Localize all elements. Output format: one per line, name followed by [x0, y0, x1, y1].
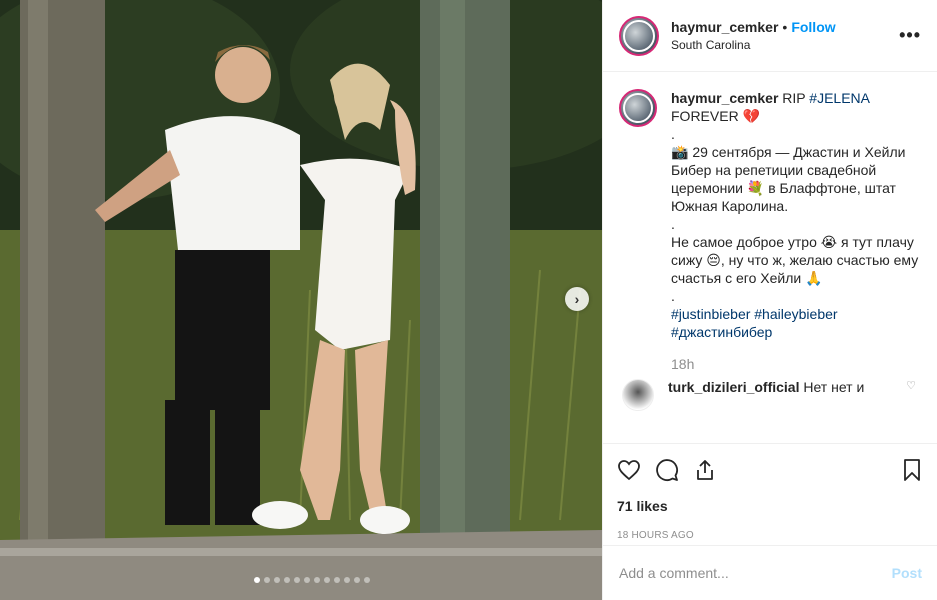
carousel-dot: [364, 577, 370, 583]
comment-like-icon[interactable]: ♡: [906, 379, 916, 392]
comment-input[interactable]: [619, 565, 892, 581]
avatar[interactable]: [619, 89, 657, 127]
commenter-avatar[interactable]: [622, 379, 654, 411]
likes-count[interactable]: 71 likes: [617, 498, 924, 514]
carousel-dot: [304, 577, 310, 583]
action-icons: [617, 452, 924, 488]
comment-body: Нет нет и: [803, 379, 865, 395]
post-button[interactable]: Post: [892, 565, 922, 581]
more-options-icon[interactable]: •••: [899, 25, 921, 46]
hashtags-line[interactable]: #джастинбибер: [671, 323, 921, 341]
post-photo[interactable]: ›: [0, 0, 602, 600]
carousel-dot: [354, 577, 360, 583]
caption-title-line2: FOREVER 💔: [671, 108, 760, 124]
caption: haymur_cemker RIP #JELENA FOREVER 💔 . 📸 …: [619, 89, 922, 373]
carousel-dot: [254, 577, 260, 583]
caption-title-text: RIP: [782, 90, 810, 106]
caption-body-text-2: Не самое доброе утро 😭 я тут плачу сижу …: [671, 234, 919, 286]
comment-text: turk_dizileri_official Нет нет и: [668, 379, 864, 395]
heart-icon[interactable]: [617, 458, 641, 482]
avatar[interactable]: [619, 15, 659, 56]
caption-dot: .: [671, 216, 675, 232]
carousel-dot: [264, 577, 270, 583]
caption-body-text: 📸 29 сентября — Джастин и Хейли Бибер на…: [671, 144, 906, 214]
comment-icon[interactable]: [655, 458, 679, 482]
carousel-dot: [324, 577, 330, 583]
bookmark-icon[interactable]: [900, 458, 924, 482]
header-text: haymur_cemker • Follow South Carolina: [671, 19, 899, 52]
follow-button[interactable]: Follow: [791, 19, 835, 35]
comments-section: haymur_cemker RIP #JELENA FOREVER 💔 . 📸 …: [603, 73, 937, 443]
carousel-dot: [314, 577, 320, 583]
hashtag-link[interactable]: #JELENA: [809, 90, 870, 106]
post-timestamp[interactable]: 18 HOURS AGO: [617, 530, 924, 541]
photo-illustration: [0, 0, 602, 600]
header-line: haymur_cemker • Follow: [671, 19, 899, 35]
separator-dot: •: [782, 19, 788, 35]
carousel-dot: [274, 577, 280, 583]
post-header: haymur_cemker • Follow South Carolina •••: [603, 0, 937, 72]
location-link[interactable]: South Carolina: [671, 38, 899, 52]
share-icon[interactable]: [693, 458, 717, 482]
hashtags-line[interactable]: #justinbieber #haileybieber: [671, 305, 921, 323]
caption-dot: .: [671, 126, 675, 142]
carousel-dot: [284, 577, 290, 583]
carousel-dot: [294, 577, 300, 583]
commenter-username[interactable]: turk_dizileri_official: [668, 379, 799, 395]
post-actions: 71 likes 18 HOURS AGO: [603, 443, 937, 541]
post-sidebar: haymur_cemker • Follow South Carolina ••• …: [602, 0, 937, 600]
username-link[interactable]: haymur_cemker: [671, 19, 778, 35]
caption-username[interactable]: haymur_cemker: [671, 90, 778, 106]
comment-row: turk_dizileri_official Нет нет и ♡: [619, 379, 922, 411]
caption-timestamp[interactable]: 18h: [671, 355, 921, 373]
caption-body: haymur_cemker RIP #JELENA FOREVER 💔 . 📸 …: [671, 89, 921, 373]
carousel-dot: [334, 577, 340, 583]
caption-dot: .: [671, 288, 675, 304]
add-comment-bar: Post: [603, 545, 937, 600]
carousel-indicator: [254, 577, 370, 583]
caption-first-line: haymur_cemker RIP #JELENA: [671, 89, 921, 107]
instagram-post: › haymur_cemker•Follow South Carolina: [0, 0, 937, 600]
carousel-next-button[interactable]: ›: [565, 287, 589, 311]
carousel-dot: [344, 577, 350, 583]
